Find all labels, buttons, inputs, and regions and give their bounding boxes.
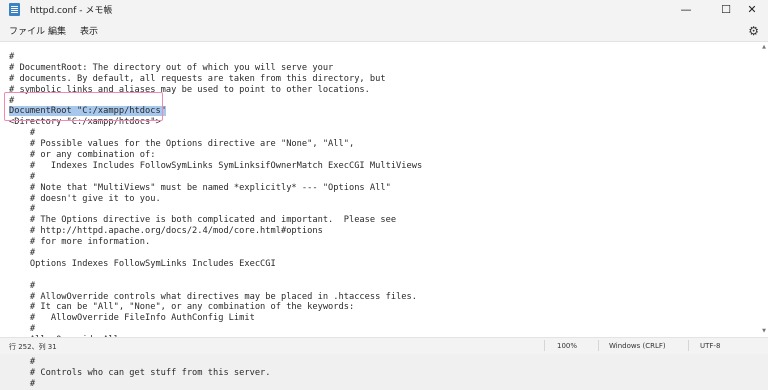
status-bar: 行 252、列 31 100% Windows (CRLF) UTF-8 (0, 337, 768, 354)
encoding: UTF-8 (700, 342, 721, 350)
editor-line[interactable]: # (9, 324, 422, 335)
scroll-up-arrow-icon[interactable]: ▲ (762, 44, 766, 50)
status-divider (688, 340, 689, 351)
title-bar[interactable]: httpd.conf - メモ帳 — ☐ ✕ (0, 0, 768, 20)
cursor-position: 行 252、列 31 (9, 343, 57, 351)
menu-bar: ファイル 編集 表示 (0, 20, 768, 41)
editor-line[interactable]: # (9, 281, 422, 292)
status-divider (598, 340, 599, 351)
editor-line[interactable]: # (9, 52, 422, 63)
documentroot-highlight-box (4, 92, 163, 121)
editor-line[interactable]: # Controls who can get stuff from this s… (9, 368, 422, 379)
menu-edit[interactable]: 編集 (48, 24, 66, 37)
editor-line[interactable]: # Note that "MultiViews" must be named *… (9, 183, 422, 194)
scroll-down-arrow-icon[interactable]: ▼ (762, 328, 766, 334)
editor-line[interactable]: Options Indexes FollowSymLinks Includes … (9, 259, 422, 270)
window-title: httpd.conf - メモ帳 (30, 6, 113, 16)
editor-line[interactable]: # for more information. (9, 237, 422, 248)
editor-line[interactable]: # documents. By default, all requests ar… (9, 74, 422, 85)
editor-line[interactable]: # Indexes Includes FollowSymLinks SymLin… (9, 161, 422, 172)
notepad-window: httpd.conf - メモ帳 — ☐ ✕ ファイル 編集 表示 ⚙ # # D… (0, 0, 768, 389)
editor-line[interactable]: # (9, 248, 422, 259)
editor-line[interactable]: # (9, 128, 422, 139)
editor-line[interactable]: # or any combination of: (9, 150, 422, 161)
editor-line[interactable]: # The Options directive is both complica… (9, 215, 422, 226)
editor-line[interactable]: # (9, 204, 422, 215)
editor-line[interactable]: # It can be "All", "None", or any combin… (9, 302, 422, 313)
minimize-button[interactable]: — (670, 0, 702, 20)
line-ending: Windows (CRLF) (609, 342, 666, 350)
editor-line[interactable]: # (9, 357, 422, 368)
editor-line[interactable]: # Possible values for the Options direct… (9, 139, 422, 150)
menu-view[interactable]: 表示 (80, 24, 98, 37)
editor-line[interactable]: # doesn't give it to you. (9, 194, 422, 205)
editor-line[interactable]: # (9, 172, 422, 183)
editor-line[interactable]: # http://httpd.apache.org/docs/2.4/mod/c… (9, 226, 422, 237)
gear-icon[interactable]: ⚙ (748, 24, 759, 38)
editor-line[interactable] (9, 270, 422, 281)
menu-file[interactable]: ファイル (9, 24, 45, 37)
editor-line[interactable]: # AllowOverride FileInfo AuthConfig Limi… (9, 313, 422, 324)
close-button[interactable]: ✕ (736, 0, 768, 20)
editor-line[interactable]: # DocumentRoot: The directory out of whi… (9, 63, 422, 74)
notepad-app-icon (9, 3, 20, 16)
status-divider (544, 340, 545, 351)
zoom-level: 100% (557, 342, 578, 350)
editor-line[interactable]: # (9, 379, 422, 390)
text-editor-area[interactable]: # # DocumentRoot: The directory out of wh… (0, 41, 768, 389)
editor-line[interactable]: # AllowOverride controls what directives… (9, 292, 422, 303)
